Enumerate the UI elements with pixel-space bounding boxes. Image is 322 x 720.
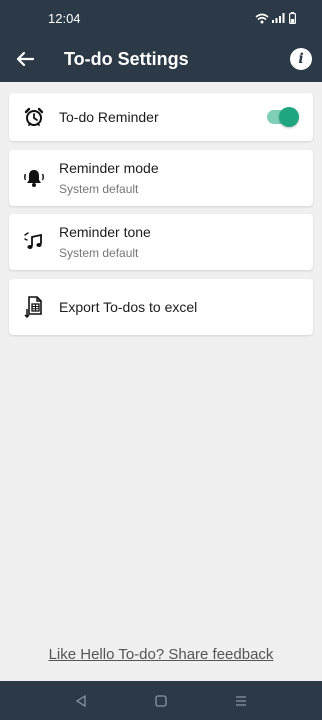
todo-reminder-text: To-do Reminder [59, 109, 267, 125]
battery-icon [289, 12, 296, 24]
page-title: To-do Settings [64, 48, 189, 69]
nav-menu-button[interactable] [201, 681, 281, 720]
reminder-mode-value: System default [59, 182, 139, 196]
export-todos-label: Export To-dos to excel [59, 299, 198, 315]
reminder-mode-label: Reminder mode [59, 160, 159, 176]
nav-home-button[interactable] [121, 681, 201, 720]
export-excel-icon [9, 296, 59, 318]
info-icon: i [298, 51, 304, 67]
reminder-tone-text: Reminder tone System default [59, 224, 313, 260]
info-button[interactable]: i [290, 48, 312, 70]
status-bar: 12:04 [0, 0, 322, 36]
status-icons [255, 12, 296, 24]
toggle-knob [279, 107, 299, 127]
status-time: 12:04 [48, 10, 81, 26]
triangle-back-icon [75, 694, 86, 707]
reminder-tone-value: System default [59, 246, 139, 260]
menu-lines-icon [236, 695, 246, 706]
wifi-icon [255, 13, 269, 23]
export-todos-row[interactable]: Export To-dos to excel [9, 279, 313, 335]
share-feedback-link[interactable]: Like Hello To-do? Share feedback [0, 646, 322, 663]
reminder-mode-row[interactable]: Reminder mode System default [9, 150, 313, 206]
arrow-left-icon [16, 51, 34, 67]
nav-back-button[interactable] [41, 681, 121, 720]
reminder-mode-text: Reminder mode System default [59, 160, 313, 196]
reminder-tone-label: Reminder tone [59, 224, 151, 240]
reminder-tone-row[interactable]: Reminder tone System default [9, 214, 313, 270]
todo-reminder-row[interactable]: To-do Reminder [9, 93, 313, 141]
signal-icon [272, 13, 285, 23]
system-nav-bar [0, 681, 322, 720]
back-button[interactable] [0, 36, 50, 82]
music-note-icon [9, 232, 59, 252]
alarm-clock-icon [9, 107, 59, 127]
todo-reminder-toggle[interactable] [267, 107, 299, 127]
square-home-icon [155, 694, 167, 707]
app-bar: To-do Settings i [0, 36, 322, 82]
bell-ringing-icon [9, 168, 59, 188]
todo-reminder-label: To-do Reminder [59, 109, 159, 125]
export-todos-text: Export To-dos to excel [59, 299, 313, 315]
